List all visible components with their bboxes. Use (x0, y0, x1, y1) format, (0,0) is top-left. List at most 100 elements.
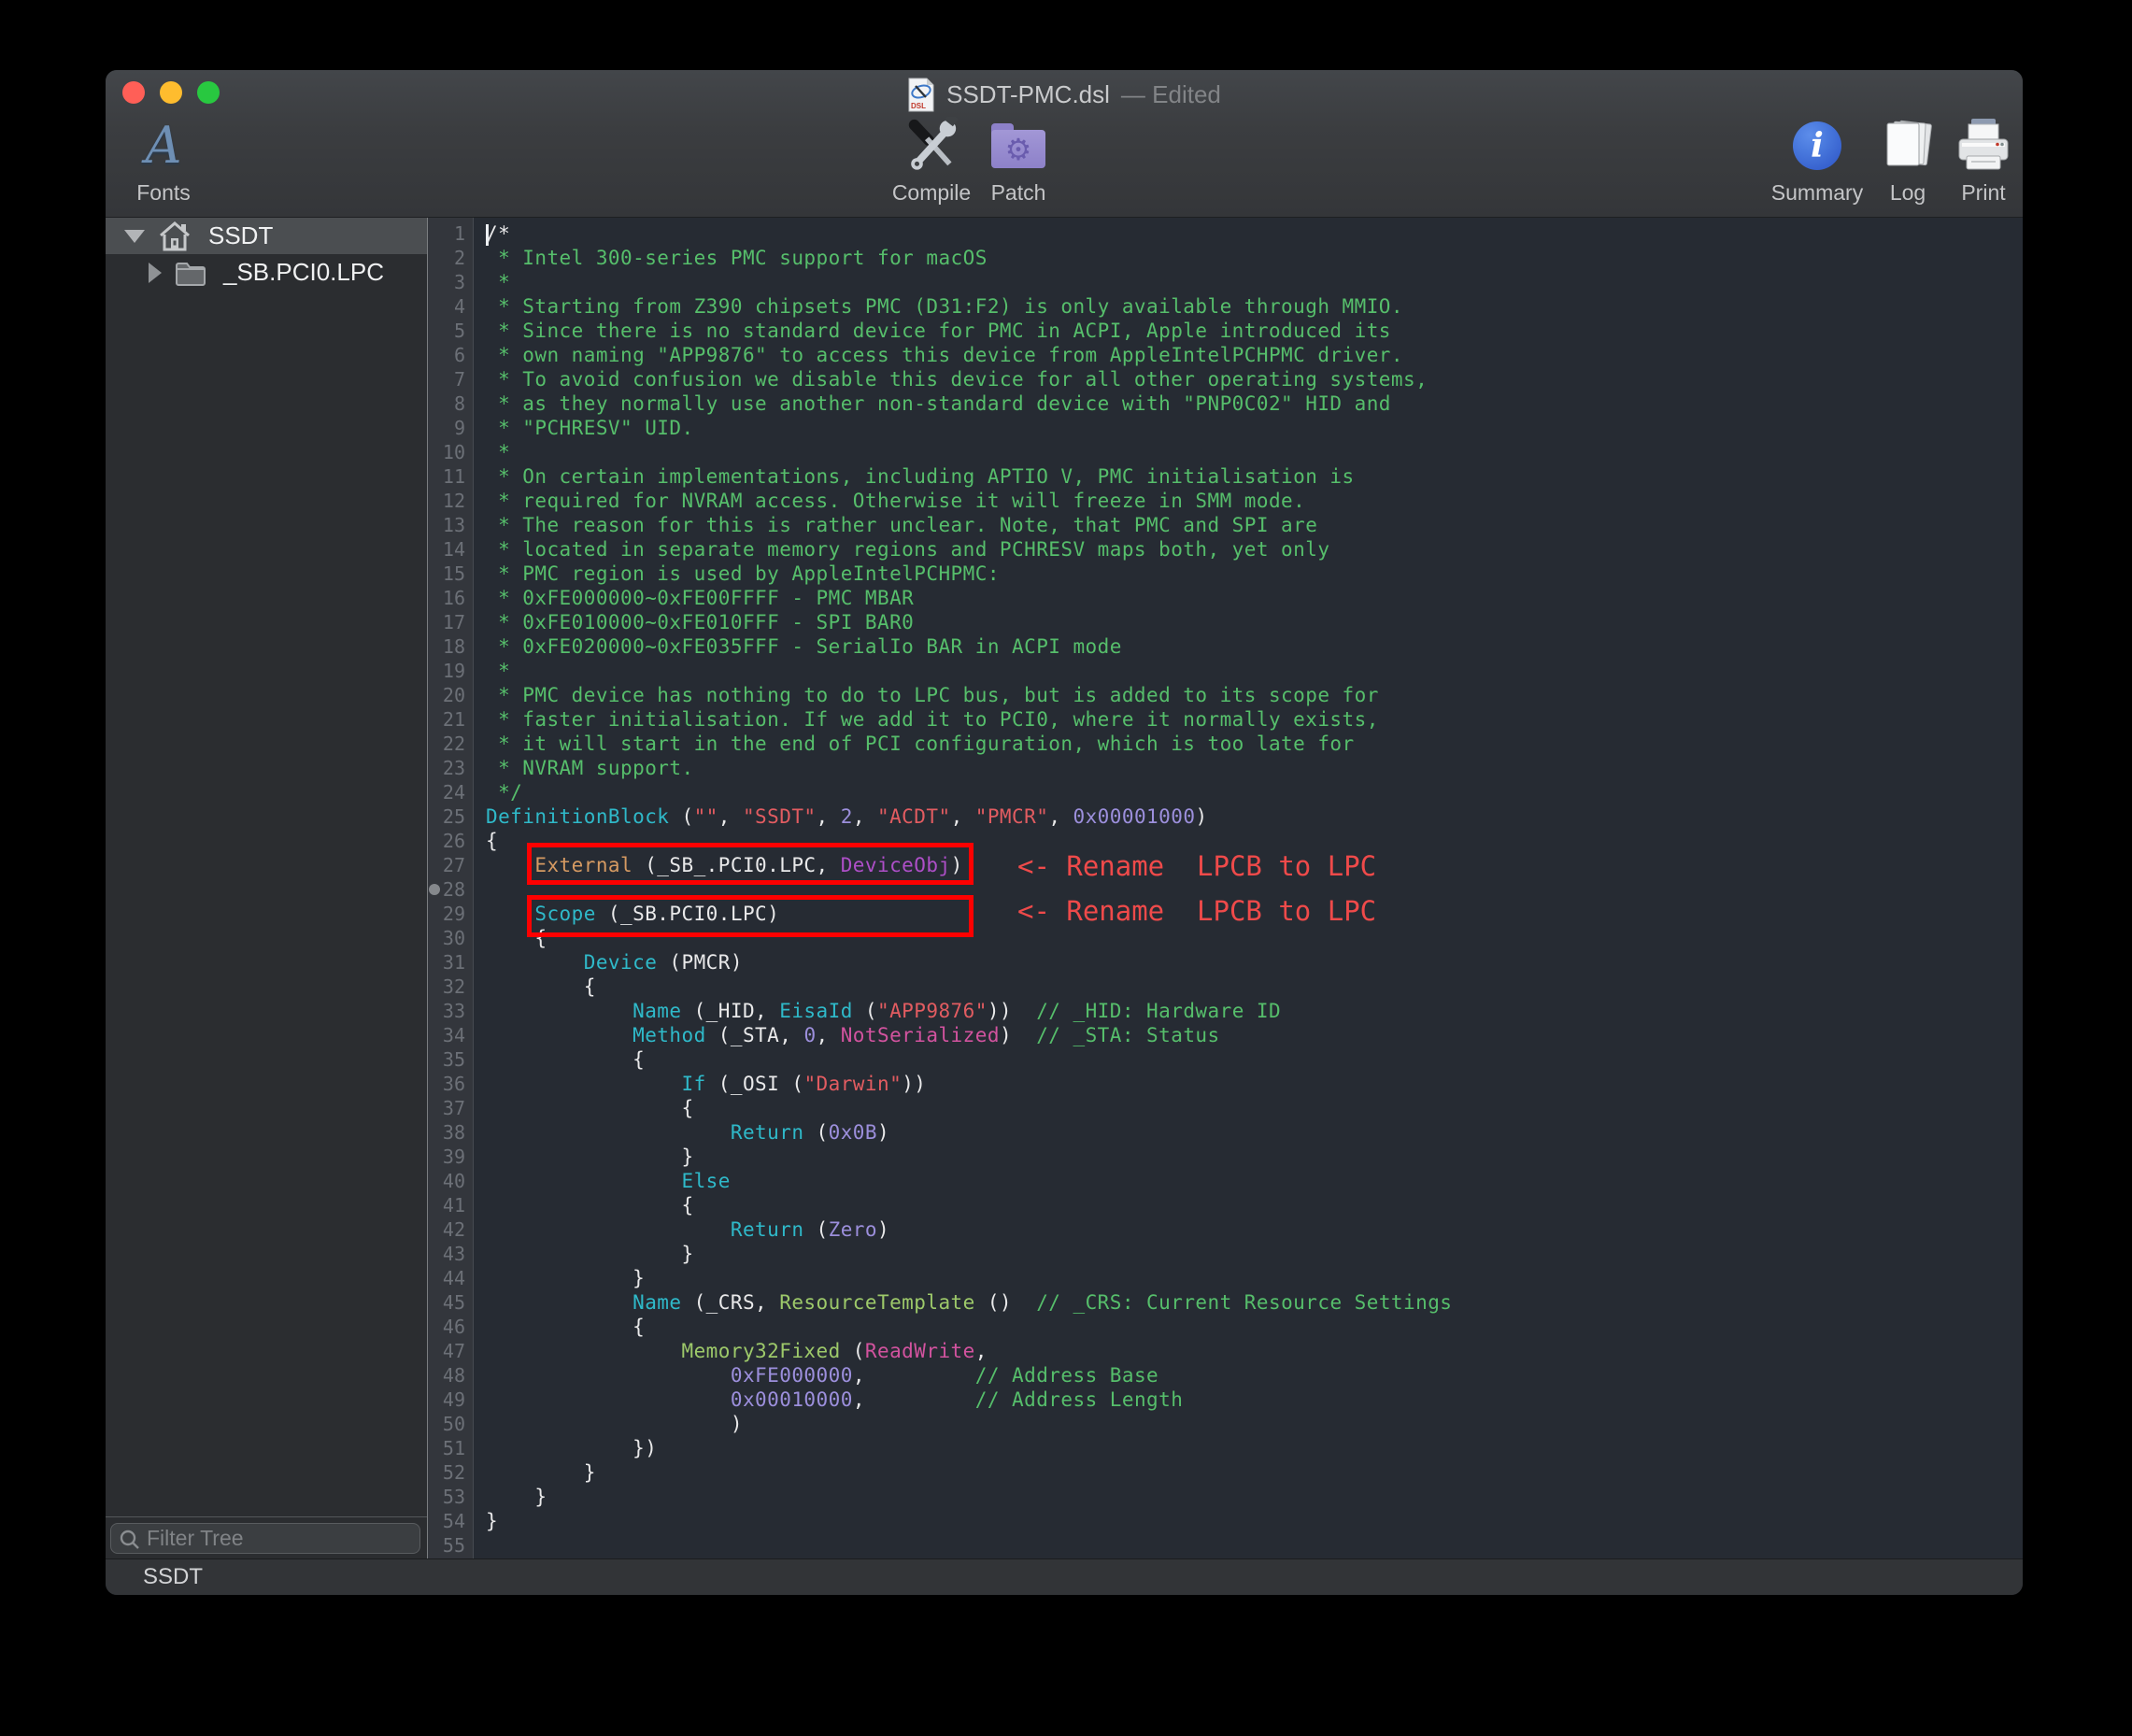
code-line[interactable]: 19 * (428, 659, 2023, 683)
patch-button[interactable]: ⚙ Patch (948, 117, 1088, 206)
code-line[interactable]: 37 { (428, 1096, 2023, 1120)
code-line[interactable]: 42 Return (Zero) (428, 1217, 2023, 1242)
dsl-document-icon: DSL (907, 78, 935, 112)
code-line[interactable]: 17 * 0xFE010000~0xFE010FFF - SPI BAR0 (428, 610, 2023, 634)
print-button[interactable]: Print (1913, 117, 2023, 206)
code-editor[interactable]: 1/*2 * Intel 300-series PMC support for … (428, 218, 2023, 1558)
code-line[interactable]: 8 * as they normally use another non-sta… (428, 391, 2023, 416)
code-line-text: If (_OSI ("Darwin")) (474, 1072, 2023, 1096)
code-line[interactable]: 46 { (428, 1315, 2023, 1339)
window-title: SSDT-PMC.dsl (946, 80, 1110, 109)
code-line[interactable]: 31 Device (PMCR) (428, 950, 2023, 975)
code-line-text: * PMC region is used by AppleIntelPCHPMC… (474, 562, 2023, 586)
code-line[interactable]: 1/* (428, 221, 2023, 246)
code-line-text: Name (_HID, EisaId ("APP9876")) // _HID:… (474, 999, 2023, 1023)
code-line[interactable]: 10 * (428, 440, 2023, 464)
code-line[interactable]: 38 Return (0x0B) (428, 1120, 2023, 1145)
line-number: 17 (428, 610, 474, 634)
code-line[interactable]: 55 (428, 1533, 2023, 1558)
line-number: 50 (428, 1412, 474, 1436)
code-line[interactable]: 52 } (428, 1460, 2023, 1485)
code-line-text: } (474, 1509, 2023, 1533)
code-line[interactable]: 41 { (428, 1193, 2023, 1217)
code-line[interactable]: 34 Method (_STA, 0, NotSerialized) // _S… (428, 1023, 2023, 1047)
code-line[interactable]: 35 { (428, 1047, 2023, 1072)
gutter-marker-dot (429, 884, 440, 895)
code-line[interactable]: 51 }) (428, 1436, 2023, 1460)
code-line-text: * 0xFE000000~0xFE00FFFF - PMC MBAR (474, 586, 2023, 610)
code-line[interactable]: 6 * own naming "APP9876" to access this … (428, 343, 2023, 367)
line-number: 14 (428, 537, 474, 562)
code-line[interactable]: 45 Name (_CRS, ResourceTemplate () // _C… (428, 1290, 2023, 1315)
code-line[interactable]: 21 * faster initialisation. If we add it… (428, 707, 2023, 732)
code-line-text: Return (Zero) (474, 1217, 2023, 1242)
code-line[interactable]: 9 * "PCHRESV" UID. (428, 416, 2023, 440)
code-line[interactable]: 36 If (_OSI ("Darwin")) (428, 1072, 2023, 1096)
line-number: 20 (428, 683, 474, 707)
sidebar-item-label: SSDT (208, 221, 273, 250)
line-number: 5 (428, 319, 474, 343)
line-number: 33 (428, 999, 474, 1023)
line-number: 13 (428, 513, 474, 537)
code-line[interactable]: 43 } (428, 1242, 2023, 1266)
code-line[interactable]: 15 * PMC region is used by AppleIntelPCH… (428, 562, 2023, 586)
fonts-button[interactable]: A Fonts (106, 117, 234, 206)
code-line[interactable]: 50 ) (428, 1412, 2023, 1436)
main-content: SSDT _SB.PCI0.LPC (106, 218, 2023, 1558)
sidebar-item-ssdt[interactable]: SSDT (106, 218, 427, 254)
code-line[interactable]: 12 * required for NVRAM access. Otherwis… (428, 489, 2023, 513)
code-line[interactable]: 32 { (428, 975, 2023, 999)
serif-a-icon: A (146, 121, 182, 171)
code-line[interactable]: 13 * The reason for this is rather uncle… (428, 513, 2023, 537)
code-line[interactable]: 2 * Intel 300-series PMC support for mac… (428, 246, 2023, 270)
code-line[interactable]: 44 } (428, 1266, 2023, 1290)
line-number: 31 (428, 950, 474, 975)
code-line[interactable]: 22 * it will start in the end of PCI con… (428, 732, 2023, 756)
code-line[interactable]: 48 0xFE000000, // Address Base (428, 1363, 2023, 1387)
code-line[interactable]: 49 0x00010000, // Address Length (428, 1387, 2023, 1412)
line-number: 40 (428, 1169, 474, 1193)
code-line[interactable]: 5 * Since there is no standard device fo… (428, 319, 2023, 343)
code-line[interactable]: 23 * NVRAM support. (428, 756, 2023, 780)
code-line-text: * faster initialisation. If we add it to… (474, 707, 2023, 732)
code-line[interactable]: 11 * On certain implementations, includi… (428, 464, 2023, 489)
code-line[interactable]: 3 * (428, 270, 2023, 294)
code-line[interactable]: 18 * 0xFE020000~0xFE035FFF - SerialIo BA… (428, 634, 2023, 659)
code-line[interactable]: 53 } (428, 1485, 2023, 1509)
line-number: 39 (428, 1145, 474, 1169)
line-number: 19 (428, 659, 474, 683)
text-caret (486, 224, 489, 246)
gear-icon: ⚙ (1005, 135, 1032, 164)
code-line[interactable]: 25DefinitionBlock ("", "SSDT", 2, "ACDT"… (428, 804, 2023, 829)
sidebar-item-sb-pci0-lpc[interactable]: _SB.PCI0.LPC (106, 254, 427, 291)
code-line[interactable]: 24 */ (428, 780, 2023, 804)
code-line-text: * own naming "APP9876" to access this de… (474, 343, 2023, 367)
line-number: 2 (428, 246, 474, 270)
code-line[interactable]: 14 * located in separate memory regions … (428, 537, 2023, 562)
code-line-text: } (474, 1145, 2023, 1169)
line-number: 32 (428, 975, 474, 999)
code-line[interactable]: 54} (428, 1509, 2023, 1533)
code-line-text: 0x00010000, // Address Length (474, 1387, 2023, 1412)
code-line[interactable]: 40 Else (428, 1169, 2023, 1193)
code-line-text: * 0xFE010000~0xFE010FFF - SPI BAR0 (474, 610, 2023, 634)
code-line-text: /* (474, 221, 2023, 246)
code-line-text: Memory32Fixed (ReadWrite, (474, 1339, 2023, 1363)
code-line[interactable]: 33 Name (_HID, EisaId ("APP9876")) // _H… (428, 999, 2023, 1023)
line-number: 1 (428, 221, 474, 246)
filter-tree-input[interactable] (147, 1524, 414, 1553)
line-number: 43 (428, 1242, 474, 1266)
code-line[interactable]: 16 * 0xFE000000~0xFE00FFFF - PMC MBAR (428, 586, 2023, 610)
disclosure-closed-icon[interactable] (149, 263, 162, 283)
code-line[interactable]: 7 * To avoid confusion we disable this d… (428, 367, 2023, 391)
code-line[interactable]: 39 } (428, 1145, 2023, 1169)
code-line-text: { (474, 975, 2023, 999)
code-line-text: * NVRAM support. (474, 756, 2023, 780)
code-line[interactable]: 4 * Starting from Z390 chipsets PMC (D31… (428, 294, 2023, 319)
code-line[interactable]: 47 Memory32Fixed (ReadWrite, (428, 1339, 2023, 1363)
code-line-text: Device (PMCR) (474, 950, 2023, 975)
code-line[interactable]: 20 * PMC device has nothing to do to LPC… (428, 683, 2023, 707)
line-number: 30 (428, 926, 474, 950)
line-number: 44 (428, 1266, 474, 1290)
disclosure-open-icon[interactable] (124, 230, 145, 243)
